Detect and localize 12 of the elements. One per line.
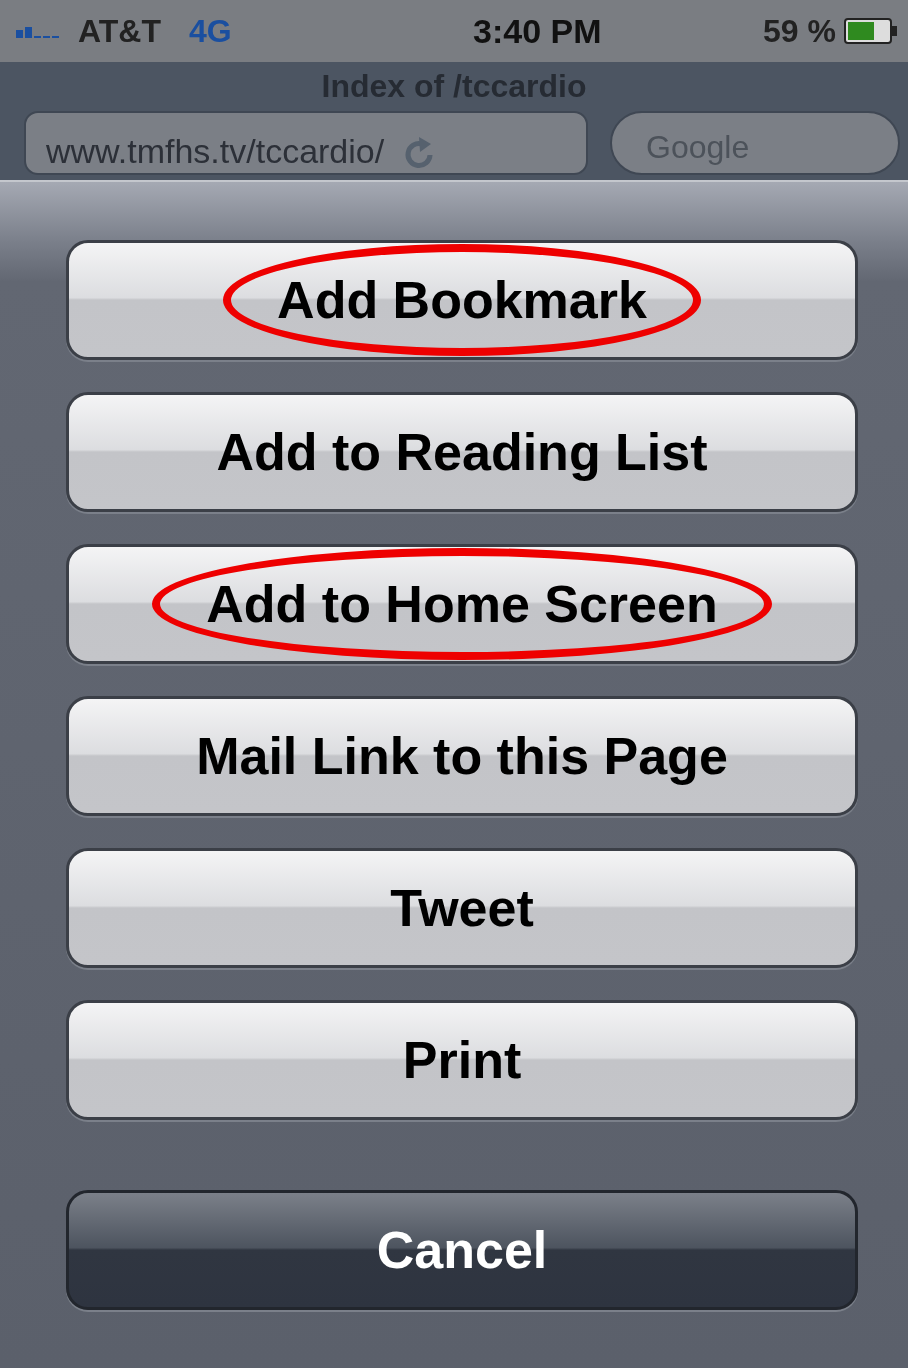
battery-percent: 59 % — [763, 12, 836, 50]
battery-icon — [844, 18, 898, 44]
menu-button[interactable]: Print — [66, 1000, 858, 1120]
cancel-button[interactable]: Cancel — [66, 1190, 858, 1310]
menu-button[interactable]: Tweet — [66, 848, 858, 968]
menu-button[interactable]: Add to Reading List — [66, 392, 858, 512]
circled-menu-button[interactable]: Add to Home Screen — [66, 544, 858, 664]
network-label: 4G — [188, 12, 232, 50]
carrier-label: AT&T — [78, 12, 161, 50]
circled-menu-button[interactable]: Add Bookmark — [66, 240, 858, 360]
clock-time: 3:40 PM — [473, 11, 602, 51]
menu-button[interactable]: Mail Link to this Page — [66, 696, 858, 816]
